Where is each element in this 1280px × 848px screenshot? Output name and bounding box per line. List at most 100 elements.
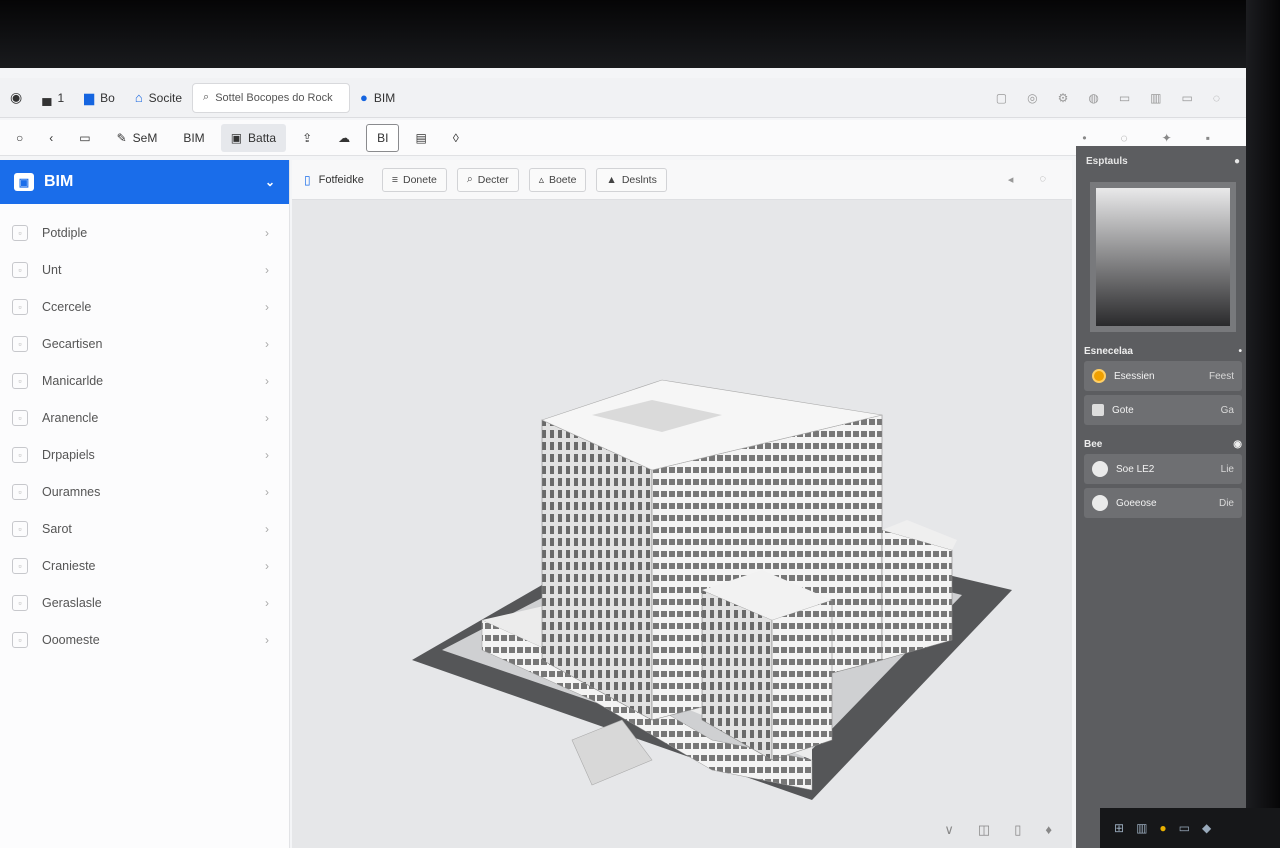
chevron-right-icon[interactable]: › (265, 337, 269, 351)
sidebar-item[interactable]: ▫ Gecartisen › (0, 325, 289, 362)
edit-icon: ▣ (230, 130, 243, 145)
page-icon[interactable]: ▯ (1014, 822, 1021, 838)
viewport-button-boete[interactable]: ▵ Boete (528, 167, 587, 192)
screen-bezel-right (1246, 0, 1280, 848)
app-window: ◉ ▄ 1 ▆ Bo ⌂ Socite ⌕ Sottel Bocopes do Rock… (0, 68, 1250, 848)
drop-icon[interactable]: ◊ (443, 124, 469, 152)
expand-icon[interactable]: ▪ (1206, 131, 1210, 145)
chevron-right-icon[interactable]: › (265, 411, 269, 425)
search-input[interactable]: ⌕ Sottel Bocopes do Rock (192, 82, 351, 113)
sidebar-item[interactable]: ▫ Ooomeste › (0, 621, 289, 658)
item-checkbox-icon: ▫ (12, 261, 28, 278)
mic-icon[interactable]: ♦ (1045, 822, 1052, 838)
chevron-right-icon[interactable]: › (265, 522, 269, 536)
tray-icon[interactable]: ◆ (1202, 821, 1211, 835)
tool-bim[interactable]: BIM (173, 124, 214, 152)
sidebar-item-label: Gecartisen (42, 336, 103, 351)
square-icon (1092, 404, 1104, 416)
3d-viewport[interactable]: ▯ Fotfeidke ≡ Donete ⌕ Decter ▵ Boete ▲ Desln… (292, 160, 1072, 848)
sidebar-item[interactable]: ▫ Drpapiels › (0, 436, 289, 473)
eye-icon[interactable]: ◉ (0, 83, 32, 113)
sidebar-item[interactable]: ▫ Cranieste › (0, 547, 289, 584)
toggle-icon (1092, 461, 1108, 477)
chevron-right-icon[interactable]: › (265, 226, 269, 240)
cloud-icon[interactable]: ☁ (328, 124, 360, 152)
upload-icon[interactable]: ⇪ (292, 124, 322, 152)
refresh-icon[interactable]: ◌ (1121, 131, 1128, 145)
chevron-right-icon[interactable]: › (265, 374, 269, 388)
trash-icon[interactable]: ▥ (1150, 91, 1161, 105)
settings-icon[interactable]: ◎ (1027, 91, 1037, 105)
folder-icon[interactable]: ▥ (1136, 821, 1147, 835)
item-checkbox-icon: ▫ (12, 483, 28, 500)
settings-icon[interactable]: ● (1234, 156, 1240, 167)
bullet-icon[interactable]: • (1082, 131, 1086, 145)
sidebar-item[interactable]: ▫ Ccercele › (0, 288, 289, 325)
back-icon[interactable]: ‹ (39, 124, 63, 152)
chevron-right-icon[interactable]: › (265, 633, 269, 647)
search-icon: ⌕ (466, 173, 473, 185)
viewport-button-deslnts[interactable]: ▲ Deslnts (596, 167, 667, 192)
windows-icon[interactable]: ⊞ (1114, 821, 1124, 835)
options-icon[interactable]: ◌ (1039, 173, 1046, 186)
sidebar-item[interactable]: ▫ Unt › (0, 251, 289, 288)
material-row[interactable]: Gote Ga (1084, 395, 1242, 425)
sidebar-item-label: Potdiple (42, 225, 88, 240)
sidebar-item-label: Manicarlde (42, 373, 104, 388)
eye-icon[interactable]: ◉ (1233, 439, 1242, 450)
toggle-icon (1092, 495, 1108, 511)
sidebar-item[interactable]: ▫ Sarot › (0, 510, 289, 547)
chevron-right-icon[interactable]: › (265, 448, 269, 462)
os-taskbar: ⊞ ▥ ● ▭ ◆ (1100, 808, 1280, 848)
chevron-right-icon[interactable]: › (265, 596, 269, 610)
chevron-down-icon[interactable]: ⌄ (265, 175, 275, 189)
globe-icon[interactable]: ◍ (1088, 91, 1098, 105)
viewport-button-donete[interactable]: ≡ Donete (381, 167, 447, 192)
pin-icon[interactable]: ✦ (1162, 131, 1172, 145)
tab-socite[interactable]: ⌂ Socite (125, 83, 192, 113)
item-checkbox-icon: ▫ (12, 557, 28, 574)
minimize-icon[interactable]: ▢ (996, 91, 1007, 105)
tab-bim[interactable]: ● BIM (350, 83, 405, 113)
sidebar-header[interactable]: ▣ BIM ⌄ (0, 160, 289, 204)
sidebar-item[interactable]: ▫ Potdiple › (0, 214, 289, 251)
folder-icon[interactable]: ▭ (69, 124, 100, 152)
tool-sem[interactable]: ✎ SeM (107, 124, 168, 152)
item-checkbox-icon: ▫ (12, 335, 28, 352)
material-row[interactable]: Esessien Feest (1084, 361, 1242, 391)
circle-icon[interactable]: ○ (6, 124, 33, 152)
chat-icon[interactable]: ▭ (1179, 821, 1190, 835)
tool-batta[interactable]: ▣ Batta (220, 123, 287, 152)
collapse-icon[interactable]: ◂ (1008, 173, 1014, 186)
panel-header: Esptauls ● (1086, 155, 1240, 167)
sidebar-item[interactable]: ▫ Geraslasle › (0, 584, 289, 621)
chart-icon: ▆ (84, 89, 95, 105)
layer-row[interactable]: Soe LE2 Lie (1084, 454, 1242, 484)
tab-car[interactable]: ▄ 1 (32, 83, 74, 113)
share-icon[interactable]: ▭ (1119, 91, 1130, 105)
camera-icon[interactable]: ◫ (978, 822, 990, 838)
sidebar-item[interactable]: ▫ Aranencle › (0, 399, 289, 436)
chevron-right-icon[interactable]: › (265, 300, 269, 314)
sidebar-item[interactable]: ▫ Manicarlde › (0, 362, 289, 399)
chevron-right-icon[interactable]: › (265, 559, 269, 573)
window-icon[interactable]: ▭ (1182, 91, 1193, 105)
viewport-button-decter[interactable]: ⌕ Decter (456, 167, 519, 192)
window-controls: ▢ ◎ ⚙ ◍ ▭ ▥ ▭ ◌ (996, 91, 1250, 105)
layer-row[interactable]: Goeeose Die (1084, 488, 1242, 518)
layers-icon[interactable]: ▤ (405, 124, 436, 152)
chevron-down-icon[interactable]: ∨ (944, 822, 954, 838)
sidebar-item-label: Cranieste (42, 558, 96, 573)
tab-bo[interactable]: ▆ Bo (74, 83, 125, 113)
chevron-right-icon[interactable]: › (265, 263, 269, 277)
help-icon[interactable]: ◌ (1213, 91, 1220, 105)
gear-icon[interactable]: ⚙ (1058, 91, 1069, 105)
chevron-right-icon[interactable]: › (265, 485, 269, 499)
chrome-icon[interactable]: ● (1159, 821, 1166, 835)
sidebar-item[interactable]: ▫ Ouramnes › (0, 473, 289, 510)
building-model[interactable] (292, 200, 1072, 848)
more-icon[interactable]: • (1238, 346, 1242, 357)
tool-bi[interactable]: BI (366, 123, 400, 152)
panel-section-layers: Bee ◉ (1084, 439, 1242, 450)
material-preview (1090, 182, 1236, 332)
